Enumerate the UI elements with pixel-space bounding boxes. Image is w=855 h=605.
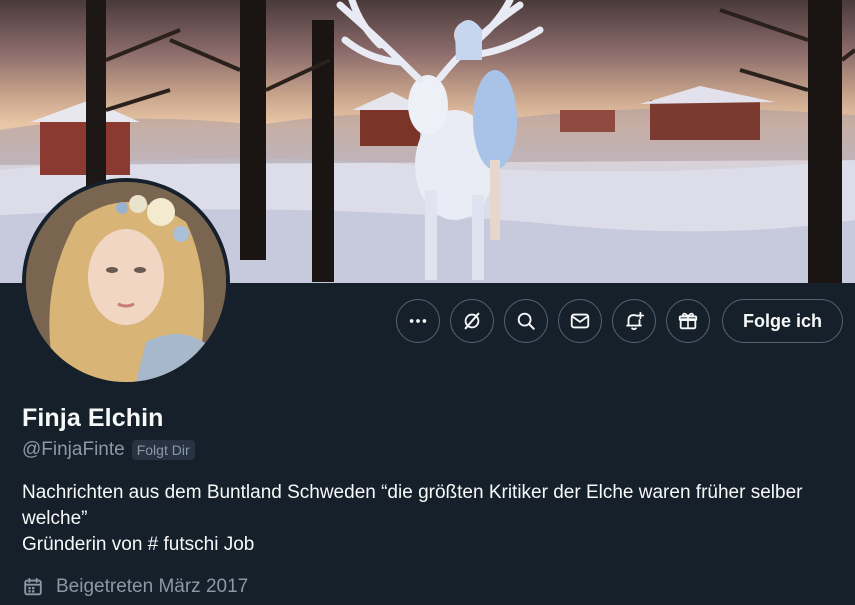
profile-bio: Nachrichten aus dem Buntland Schweden “d…: [22, 480, 832, 558]
message-button[interactable]: [557, 299, 602, 343]
avatar-image: [26, 182, 226, 382]
grok-button[interactable]: [449, 299, 494, 343]
follows-you-badge: Folgt Dir: [131, 440, 195, 460]
notify-button[interactable]: [611, 299, 656, 343]
gift-icon: [678, 312, 698, 330]
search-icon: [517, 312, 535, 330]
profile-actions: Folge ich: [395, 299, 843, 343]
user-handle: @FinjaFinte: [22, 439, 125, 460]
following-button[interactable]: Folge ich: [721, 299, 843, 343]
more-horizontal-icon: [409, 319, 427, 323]
calendar-icon: [24, 577, 42, 596]
subscribe-button[interactable]: [665, 299, 710, 343]
grok-icon: [464, 312, 480, 330]
bio-line: Nachrichten aus dem Buntland Schweden “d…: [22, 482, 803, 529]
handle-row: @FinjaFinte Folgt Dir: [22, 439, 195, 461]
search-button[interactable]: [503, 299, 548, 343]
avatar[interactable]: [22, 178, 230, 386]
more-button[interactable]: [395, 299, 440, 343]
joined-date: Beigetreten März 2017: [56, 576, 249, 597]
envelope-icon: [570, 313, 590, 329]
bell-plus-icon: [626, 311, 645, 331]
bio-line: Gründerin von # futschi Job: [22, 534, 255, 555]
display-name: Finja Elchin: [22, 404, 164, 432]
joined-date-row: Beigetreten März 2017: [22, 576, 248, 598]
